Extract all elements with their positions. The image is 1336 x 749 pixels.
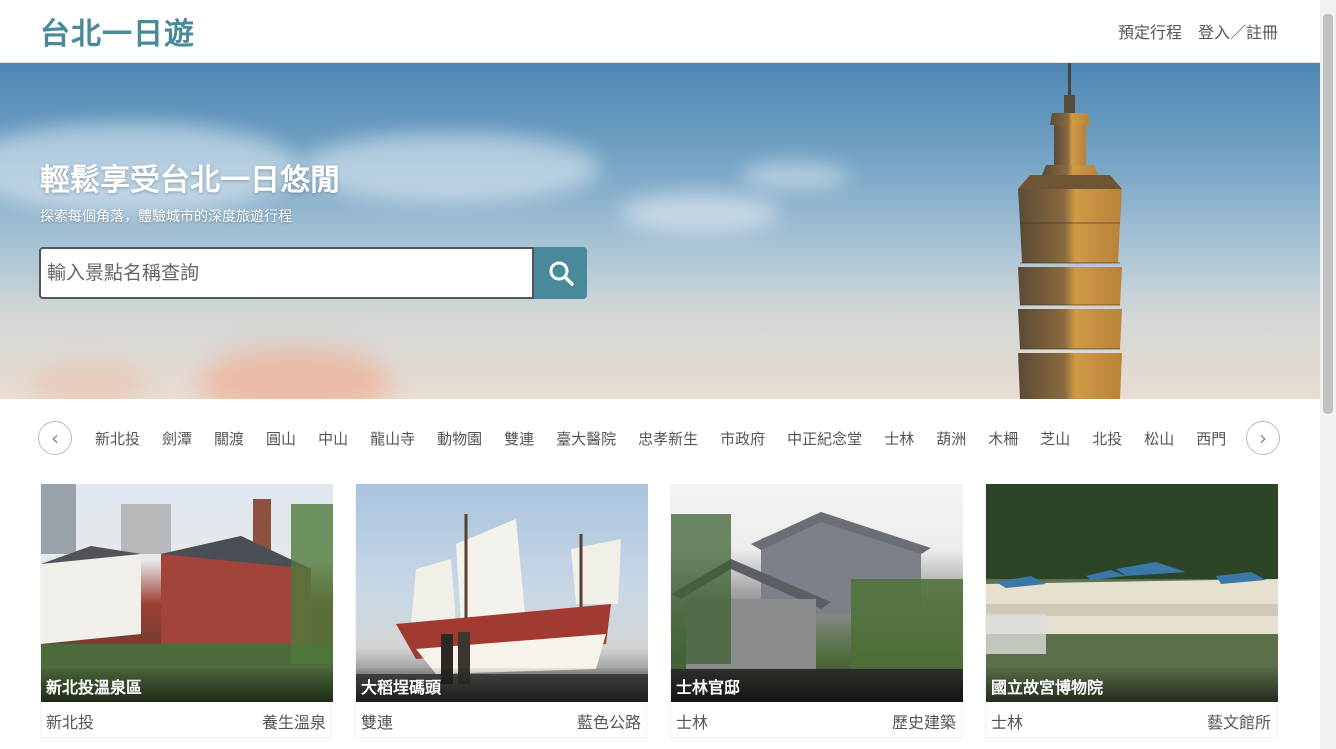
attraction-grid: 新北投溫泉區 新北投 養生溫泉 大稻埕碼頭 雙連 藍色公路 士林官邸 士林 歷史… [40, 484, 1278, 738]
top-nav: 預定行程 登入／註冊 [1118, 19, 1278, 43]
chevron-left-icon: ‹ [51, 426, 59, 450]
attraction-card[interactable]: 新北投溫泉區 新北投 養生溫泉 [40, 484, 333, 740]
attraction-category: 藍色公路 [576, 713, 641, 732]
station-item[interactable]: 西門 [1185, 428, 1234, 449]
station-item[interactable]: 忠孝新生 [627, 428, 709, 449]
scroll-right-button[interactable]: › [1246, 421, 1280, 455]
chevron-right-icon: › [1259, 426, 1267, 450]
search-bar [39, 247, 587, 299]
attraction-photo: 新北投溫泉區 [41, 484, 333, 702]
attraction-name: 大稻埕碼頭 [356, 668, 648, 702]
site-logo[interactable]: 台北一日遊 [40, 9, 195, 53]
mrt-station-bar: ‹ 新北投 劍潭 關渡 圓山 中山 龍山寺 動物園 雙連 臺大醫院 忠孝新生 市… [38, 418, 1280, 458]
station-item[interactable]: 士林 [873, 428, 925, 449]
attraction-meta: 士林 藝文館所 [986, 702, 1276, 740]
station-item[interactable]: 劍潭 [151, 428, 203, 449]
attraction-card[interactable]: 國立故宮博物院 士林 藝文館所 [985, 484, 1278, 740]
attraction-name: 國立故宮博物院 [986, 668, 1278, 702]
attraction-mrt: 雙連 [361, 713, 394, 732]
station-item[interactable]: 圓山 [255, 428, 307, 449]
station-item[interactable]: 雙連 [493, 428, 545, 449]
attraction-mrt: 士林 [991, 713, 1024, 732]
scroll-left-button[interactable]: ‹ [38, 421, 72, 455]
site-header: 台北一日遊 預定行程 登入／註冊 [0, 0, 1320, 63]
attraction-meta: 雙連 藍色公路 [356, 702, 646, 740]
station-item[interactable]: 芝山 [1029, 428, 1081, 449]
hero-banner: 輕鬆享受台北一日悠閒 探索每個角落，體驗城市的深度旅遊行程 [0, 63, 1320, 399]
station-item[interactable]: 葫洲 [925, 428, 977, 449]
attraction-category: 藝文館所 [1206, 713, 1271, 732]
search-icon [549, 261, 574, 286]
station-item[interactable]: 新北投 [84, 428, 151, 449]
station-item[interactable]: 北投 [1081, 428, 1133, 449]
attraction-card[interactable]: 士林官邸 士林 歷史建築 [670, 484, 963, 740]
page-scrollbar[interactable] [1320, 0, 1336, 749]
station-item[interactable]: 關渡 [203, 428, 255, 449]
taipei-101-tower-image [1018, 63, 1122, 399]
attraction-name: 士林官邸 [671, 668, 963, 702]
station-item[interactable]: 木柵 [977, 428, 1029, 449]
attraction-mrt: 新北投 [46, 713, 95, 732]
attraction-photo: 國立故宮博物院 [986, 484, 1278, 702]
station-item[interactable]: 中山 [307, 428, 359, 449]
attraction-category: 養生溫泉 [261, 713, 326, 732]
search-input[interactable] [39, 247, 534, 299]
station-item[interactable]: 龍山寺 [359, 428, 426, 449]
attraction-photo: 士林官邸 [671, 484, 963, 702]
search-button[interactable] [534, 247, 587, 299]
hero-subtitle: 探索每個角落，體驗城市的深度旅遊行程 [40, 209, 292, 225]
attraction-photo: 大稻埕碼頭 [356, 484, 648, 702]
attraction-name: 新北投溫泉區 [41, 668, 333, 702]
attraction-category: 歷史建築 [891, 713, 956, 732]
attraction-meta: 新北投 養生溫泉 [41, 702, 331, 740]
nav-login-link[interactable]: 登入／註冊 [1198, 19, 1278, 43]
station-item[interactable]: 中正紀念堂 [776, 428, 873, 449]
scrollbar-thumb[interactable] [1323, 14, 1333, 414]
attraction-card[interactable]: 大稻埕碼頭 雙連 藍色公路 [355, 484, 648, 740]
attraction-meta: 士林 歷史建築 [671, 702, 961, 740]
station-item[interactable]: 松山 [1133, 428, 1185, 449]
station-item[interactable]: 臺大醫院 [545, 428, 627, 449]
station-item[interactable]: 動物園 [426, 428, 493, 449]
attraction-mrt: 士林 [676, 713, 709, 732]
station-list: 新北投 劍潭 關渡 圓山 中山 龍山寺 動物園 雙連 臺大醫院 忠孝新生 市政府… [84, 428, 1234, 449]
station-item[interactable]: 市政府 [709, 428, 776, 449]
nav-booking-link[interactable]: 預定行程 [1118, 19, 1182, 43]
hero-title: 輕鬆享受台北一日悠閒 [40, 163, 340, 198]
